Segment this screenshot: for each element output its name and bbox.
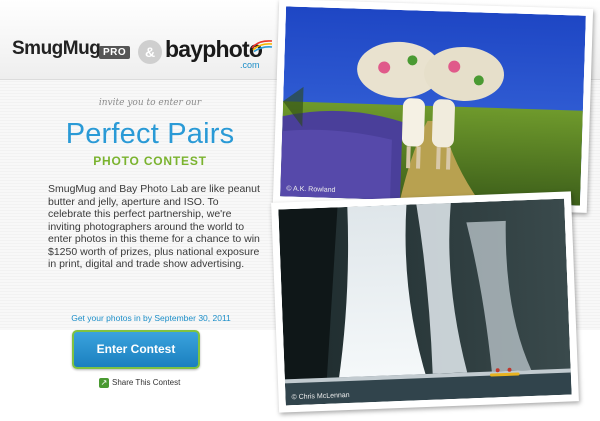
waterfall-photo: © Chris McLennan <box>271 191 579 413</box>
contest-subtitle: PHOTO CONTEST <box>93 154 207 168</box>
bayphoto-logo[interactable]: bayphoto <box>165 36 263 63</box>
bayphoto-logo-domain: .com <box>240 60 260 70</box>
parasols-photo-image: © A.K. Rowland <box>280 6 586 206</box>
waterfall-image <box>278 198 572 406</box>
photo1-credit: © A.K. Rowland <box>286 185 336 194</box>
share-contest-label: Share This Contest <box>112 378 181 387</box>
contest-page: SmugMug PRO & bayphoto .com invite you t… <box>0 0 600 421</box>
deadline-link[interactable]: Get your photos in by September 30, 2011 <box>20 313 282 323</box>
contest-description: SmugMug and Bay Photo Lab are like peanu… <box>48 183 260 270</box>
share-icon: ↗ <box>99 377 109 388</box>
smugmug-logo[interactable]: SmugMug <box>12 38 101 60</box>
bayphoto-logo-bay: bay <box>165 36 203 62</box>
smugmug-pro-badge: PRO <box>99 46 131 59</box>
bayphoto-swoosh-icon <box>251 40 273 52</box>
waterfall-photo-image: © Chris McLennan <box>278 198 572 406</box>
parasols-photo: © A.K. Rowland <box>272 0 594 213</box>
enter-contest-button[interactable]: Enter Contest <box>72 330 200 369</box>
invite-text: invite you to enter our <box>98 98 202 108</box>
parasols-image <box>280 6 586 206</box>
contest-title: Perfect Pairs <box>65 118 235 150</box>
share-contest-link[interactable]: ↗ Share This Contest <box>99 377 180 389</box>
ampersand-icon: & <box>138 40 162 64</box>
